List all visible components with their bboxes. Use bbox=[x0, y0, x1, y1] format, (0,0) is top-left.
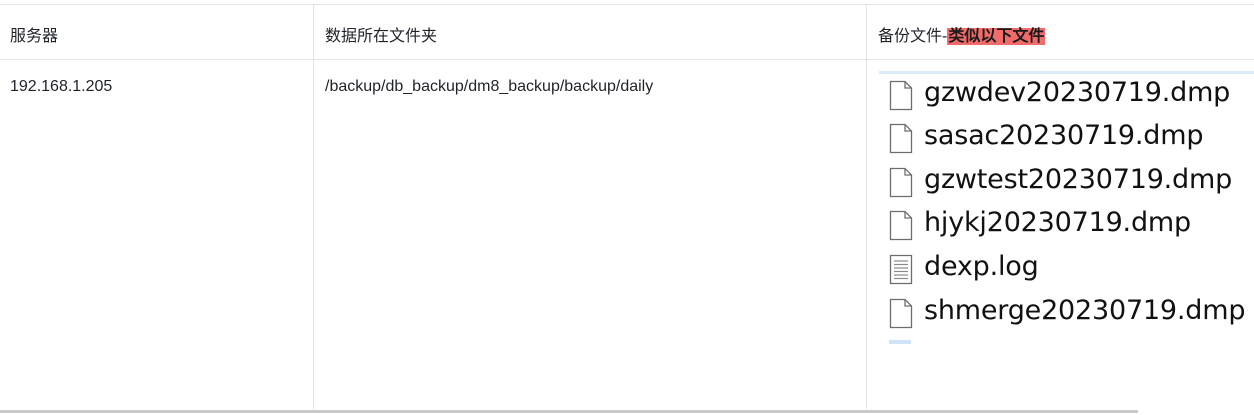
file-name: shmerge20230719.dmp bbox=[924, 295, 1246, 326]
data-folder-path: /backup/db_backup/dm8_backup/backup/dail… bbox=[325, 78, 654, 95]
horizontal-scrollbar[interactable] bbox=[0, 410, 1138, 413]
header-cell-server[interactable]: 服务器 bbox=[0, 5, 314, 59]
blank-file-icon bbox=[889, 210, 913, 241]
file-name: hjykj20230719.dmp bbox=[924, 207, 1191, 238]
header-cell-backup-files[interactable]: 备份文件-类似以下文件 bbox=[867, 5, 1254, 59]
header-server-label: 服务器 bbox=[10, 28, 59, 45]
file-name: dexp.log bbox=[924, 251, 1039, 282]
cell-server[interactable]: 192.168.1.205 bbox=[0, 60, 314, 409]
header-backup-files-prefix: 备份文件- bbox=[878, 28, 948, 45]
blank-file-icon bbox=[889, 167, 913, 198]
header-backup-files-label: 备份文件-类似以下文件 bbox=[878, 22, 1046, 46]
file-name: gzwdev20230719.dmp bbox=[924, 77, 1231, 108]
selection-sliver bbox=[889, 340, 911, 344]
file-name: sasac20230719.dmp bbox=[924, 120, 1204, 151]
blank-file-icon bbox=[889, 123, 913, 154]
table-header-row: 服务器 数据所在文件夹 备份文件-类似以下文件 bbox=[0, 5, 1254, 60]
file-listing-image: gzwdev20230719.dmp sasac20230719.dmp gzw… bbox=[879, 71, 1254, 351]
text-file-icon bbox=[889, 254, 913, 285]
server-ip: 192.168.1.205 bbox=[10, 78, 113, 95]
cell-backup-files[interactable]: gzwdev20230719.dmp sasac20230719.dmp gzw… bbox=[867, 60, 1254, 409]
backup-info-table: 服务器 数据所在文件夹 备份文件-类似以下文件 192.168.1.205 /b… bbox=[0, 4, 1254, 409]
header-cell-data-folder[interactable]: 数据所在文件夹 bbox=[314, 5, 867, 59]
file-name: gzwtest20230719.dmp bbox=[924, 164, 1233, 195]
blank-file-icon bbox=[889, 80, 913, 111]
table-row: 192.168.1.205 /backup/db_backup/dm8_back… bbox=[0, 60, 1254, 409]
highlighted-text: 类似以下文件 bbox=[947, 28, 1046, 45]
cell-data-folder[interactable]: /backup/db_backup/dm8_backup/backup/dail… bbox=[314, 60, 867, 409]
blank-file-icon bbox=[889, 298, 913, 329]
header-data-folder-label: 数据所在文件夹 bbox=[325, 28, 438, 45]
